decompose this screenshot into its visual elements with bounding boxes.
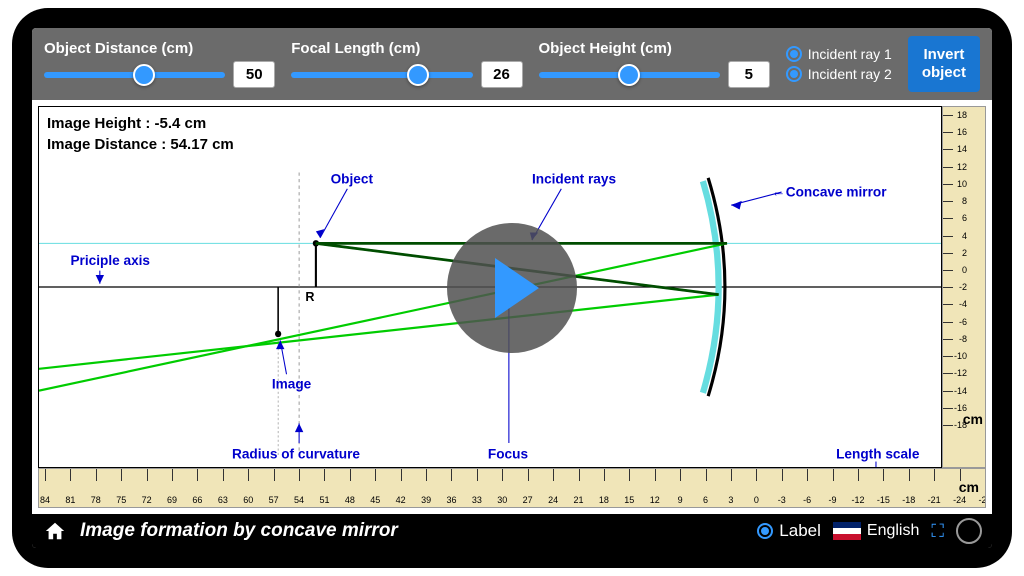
hruler-tick: 6 — [703, 495, 708, 505]
hruler-tick: 72 — [142, 495, 152, 505]
svg-text:Image: Image — [272, 375, 312, 391]
vruler-tick: -18 — [954, 420, 967, 430]
vruler-tick: -12 — [954, 368, 967, 378]
horizontal-ruler: cm 8481787572696663605754514845423936333… — [38, 468, 986, 508]
object-height-value[interactable]: 5 — [728, 61, 770, 88]
hruler-tick: -6 — [803, 495, 811, 505]
hruler-tick: 66 — [192, 495, 202, 505]
vertical-ruler: cm 181614121086420-2-4-6-8-10-12-14-16-1… — [942, 106, 986, 468]
language-text: English — [867, 522, 919, 540]
hruler-tick: 27 — [523, 495, 533, 505]
incident-ray-2-label: Incident ray 2 — [808, 66, 892, 82]
object-height-label: Object Height (cm) — [539, 40, 770, 57]
hruler-tick: 57 — [269, 495, 279, 505]
svg-text:Length scale: Length scale — [836, 445, 920, 461]
object-distance-label: Object Distance (cm) — [44, 40, 275, 57]
hruler-tick: -21 — [928, 495, 941, 505]
vruler-tick: -4 — [959, 299, 967, 309]
hruler-tick: 51 — [319, 495, 329, 505]
vruler-tick: -6 — [959, 317, 967, 327]
hruler-tick: -12 — [851, 495, 864, 505]
hruler-tick: 12 — [650, 495, 660, 505]
svg-text:Incident rays: Incident rays — [532, 170, 616, 186]
vruler-tick: 18 — [957, 110, 967, 120]
vruler-tick: 16 — [957, 127, 967, 137]
object-height-slider[interactable] — [539, 72, 720, 78]
svg-text:←: ← — [771, 183, 786, 200]
home-icon[interactable] — [42, 518, 68, 544]
hruler-tick: 15 — [624, 495, 634, 505]
hruler-tick: 75 — [116, 495, 126, 505]
brand-logo-icon[interactable] — [956, 518, 982, 544]
hruler-tick: 39 — [421, 495, 431, 505]
hruler-tick: 45 — [370, 495, 380, 505]
hruler-tick: 0 — [754, 495, 759, 505]
play-icon — [495, 258, 539, 318]
hruler-tick: 9 — [678, 495, 683, 505]
hruler-tick: -18 — [902, 495, 915, 505]
vruler-tick: 8 — [962, 196, 967, 206]
vruler-tick: -10 — [954, 351, 967, 361]
vruler-tick: -16 — [954, 403, 967, 413]
hruler-tick: 21 — [573, 495, 583, 505]
hruler-tick: 18 — [599, 495, 609, 505]
vruler-tick: 2 — [962, 248, 967, 258]
hruler-tick: -3 — [778, 495, 786, 505]
hruler-tick: 3 — [728, 495, 733, 505]
incident-ray-2-radio[interactable]: Incident ray 2 — [786, 66, 892, 82]
page-title: Image formation by concave mirror — [80, 520, 745, 542]
vruler-tick: 4 — [962, 231, 967, 241]
hruler-tick: 36 — [446, 495, 456, 505]
svg-text:Focus: Focus — [488, 445, 528, 461]
vruler-tick: -14 — [954, 386, 967, 396]
vruler-tick: -2 — [959, 282, 967, 292]
hruler-tick: -15 — [877, 495, 890, 505]
focal-length-slider[interactable] — [291, 72, 472, 78]
incident-ray-1-label: Incident ray 1 — [808, 46, 892, 62]
hruler-tick: -27 — [978, 495, 986, 505]
hruler-tick: 42 — [396, 495, 406, 505]
hruler-tick: 78 — [91, 495, 101, 505]
hruler-tick: 48 — [345, 495, 355, 505]
vruler-tick: 12 — [957, 162, 967, 172]
hruler-tick: 81 — [65, 495, 75, 505]
object-distance-value[interactable]: 50 — [233, 61, 275, 88]
vruler-tick: 14 — [957, 144, 967, 154]
vruler-tick: -8 — [959, 334, 967, 344]
svg-text:Object: Object — [331, 170, 374, 186]
fullscreen-icon[interactable]: ⛶ — [931, 521, 944, 542]
hruler-tick: -9 — [829, 495, 837, 505]
hruler-tick: 69 — [167, 495, 177, 505]
svg-text:Radius of curvature: Radius of curvature — [232, 445, 360, 461]
hruler-tick: 33 — [472, 495, 482, 505]
label-toggle-text: Label — [779, 521, 821, 541]
svg-text:R: R — [305, 289, 314, 304]
hruler-tick: 54 — [294, 495, 304, 505]
invert-object-button[interactable]: Invert object — [908, 36, 980, 92]
hruler-tick: 84 — [40, 495, 50, 505]
language-selector[interactable]: English — [833, 522, 919, 540]
vruler-tick: 10 — [957, 179, 967, 189]
hruler-tick: 63 — [218, 495, 228, 505]
object-distance-slider[interactable] — [44, 72, 225, 78]
play-button[interactable] — [447, 223, 577, 353]
hruler-tick: 24 — [548, 495, 558, 505]
svg-text:Concave mirror: Concave mirror — [786, 183, 887, 199]
bottom-bar: Image formation by concave mirror Label … — [32, 514, 992, 548]
hruler-tick: 60 — [243, 495, 253, 505]
focal-length-label: Focal Length (cm) — [291, 40, 522, 57]
hruler-tick: -24 — [953, 495, 966, 505]
focal-length-value[interactable]: 26 — [481, 61, 523, 88]
hruler-tick: 30 — [497, 495, 507, 505]
label-toggle[interactable]: Label — [757, 521, 821, 541]
uk-flag-icon — [833, 522, 861, 540]
controls-bar: Object Distance (cm) 50 Focal Length (cm… — [32, 28, 992, 100]
incident-ray-1-radio[interactable]: Incident ray 1 — [786, 46, 892, 62]
svg-text:Priciple axis: Priciple axis — [70, 252, 150, 268]
vruler-tick: 0 — [962, 265, 967, 275]
vruler-tick: 6 — [962, 213, 967, 223]
hruler-unit: cm — [959, 479, 979, 495]
